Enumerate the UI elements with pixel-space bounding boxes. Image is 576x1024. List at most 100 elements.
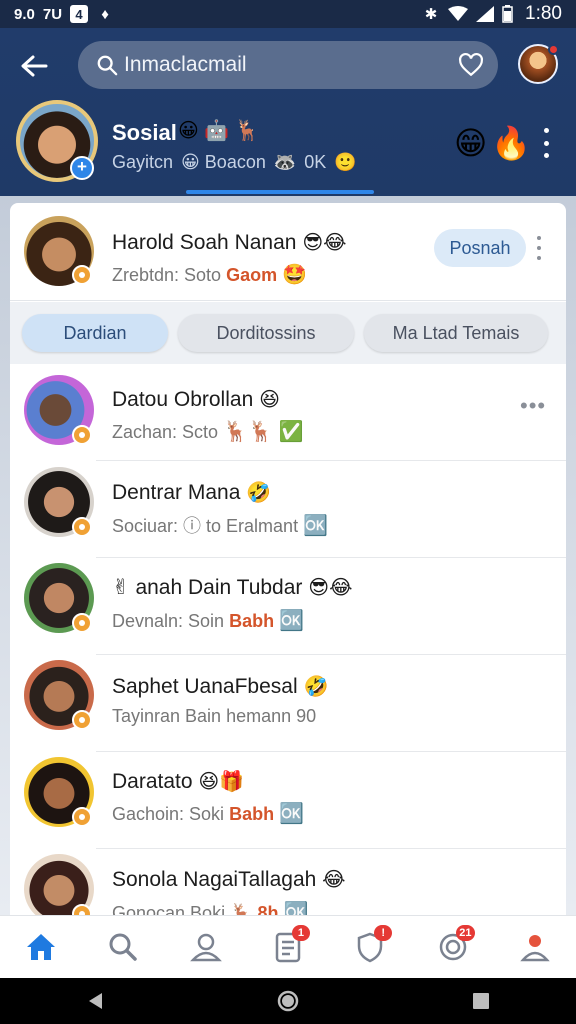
more-menu-icon[interactable] — [533, 236, 545, 260]
profile-stat: 🦝 — [273, 152, 297, 172]
status-badge — [72, 613, 92, 633]
contact-name-text: Saphet UanaFbesal — [112, 675, 298, 698]
subtitle-text: Tayinran Bain hemann — [112, 706, 292, 726]
status-badge — [72, 807, 92, 827]
divider — [96, 848, 566, 849]
contact-name-text: Dentrar Mana — [112, 481, 241, 504]
divider — [96, 751, 566, 752]
contact-name: Saphet UanaFbesal 🤣 — [112, 674, 328, 699]
status-bar: 9.0 7U 4 ♦ ✱ 1:80 — [0, 0, 576, 28]
subtitle-text: Devnaln: Soin — [112, 611, 225, 631]
subtitle-emoji: 🤩 — [282, 264, 308, 286]
contact-subtitle: Devnaln: Soin Babh 🆗 — [112, 608, 304, 633]
status-badge — [72, 710, 92, 730]
nav-home[interactable] — [17, 923, 65, 971]
contact-name: Dentrar Mana 🤣 — [112, 480, 271, 505]
search-input[interactable]: Inmaclacmail — [124, 53, 458, 77]
contact-emojis: 🤣 — [303, 676, 329, 698]
contact-emojis: 😆🎁 — [198, 771, 245, 793]
app-header: Inmaclacmail + Sosial 😀 🤖 🦌 Gayitcn 😀 Bo… — [0, 28, 576, 196]
more-options-icon[interactable]: ••• — [520, 393, 546, 419]
profile-stat: Gayitcn — [112, 152, 174, 172]
contact-emojis: 😂 — [322, 869, 346, 891]
tab-indicator — [186, 190, 374, 194]
subtitle-emojis: 🆗 — [279, 610, 305, 632]
system-back-icon[interactable] — [86, 991, 104, 1011]
contact-name: ✌ anah Dain Tubdar 😎😂 — [112, 575, 352, 600]
status-item: 4 — [70, 5, 89, 23]
contact-name: Sonola NagaiTallagah 😂 — [112, 867, 346, 892]
contact-subtitle: Sociuar: ⓘ to Eralmant 🆗 — [112, 512, 328, 538]
wifi-icon — [448, 6, 469, 21]
status-item: ♦ — [101, 5, 109, 23]
arrow-left-icon — [21, 55, 48, 77]
heart-icon[interactable] — [458, 52, 484, 78]
contact-name: Daratato 😆🎁 — [112, 769, 244, 794]
status-badge — [72, 517, 92, 537]
chat-list-item[interactable]: Datou Obrollan 😆 Zachan: Scto 🦌🦌 ✅ ••• — [10, 365, 566, 461]
contact-subtitle: Zachan: Scto 🦌🦌 ✅ — [112, 419, 303, 444]
tab-ma-ltad-temais[interactable]: Ma Ltad Temais — [364, 314, 548, 352]
status-item: 9.0 — [14, 5, 35, 23]
subtitle-emojis: 🆗 — [283, 902, 309, 915]
tab-dorditossins[interactable]: Dorditossins — [178, 314, 354, 352]
documents-badge: 1 — [291, 925, 310, 941]
contact-name-prefix: ✌ — [112, 576, 130, 599]
contact-subtitle: Gachoin: Soki Babh 🆗 — [112, 801, 304, 826]
follow-button[interactable]: Posnah — [434, 229, 526, 267]
contact-emojis: 😆 — [259, 389, 280, 411]
profile-emojis: 😀 🤖 🦌 — [178, 120, 260, 142]
profile-name: Sosial — [112, 120, 177, 145]
contact-name: Harold Soah Nanan 😎😂 — [112, 230, 347, 255]
subtitle-accent: Babh — [229, 611, 275, 631]
subtitle-accent: 🦌 8h — [230, 903, 279, 915]
contact-subtitle: Tayinran Bain hemann 90 — [112, 706, 316, 727]
bluetooth-icon: ✱ — [424, 6, 438, 23]
notification-dot — [548, 44, 559, 55]
contact-name: Datou Obrollan 😆 — [112, 387, 280, 412]
subtitle-emojis: 🦌🦌 ✅ — [223, 421, 304, 443]
subtitle-text: Zachan: Scto — [112, 422, 219, 442]
nav-documents[interactable]: 1 — [264, 923, 312, 971]
system-home-icon[interactable] — [277, 990, 299, 1012]
search-bar[interactable]: Inmaclacmail — [78, 41, 498, 89]
shield-badge: ! — [374, 925, 393, 941]
grin-emoji-icon: 😁 — [454, 125, 488, 161]
divider — [96, 557, 566, 558]
contact-emojis: 😎😂 — [302, 232, 347, 254]
chat-list-item[interactable]: ✌ anah Dain Tubdar 😎😂 Devnaln: Soin Babh… — [10, 559, 566, 655]
chat-panel: Harold Soah Nanan 😎😂 Zrebtdn: Soto Gaom … — [10, 203, 566, 915]
contact-name-text: Harold Soah Nanan — [112, 231, 297, 254]
nav-search[interactable] — [99, 923, 147, 971]
divider — [96, 654, 566, 655]
nav-profile[interactable] — [182, 923, 230, 971]
plus-icon[interactable]: + — [70, 156, 94, 180]
profile-stat: 😀 Boacon — [181, 152, 266, 172]
chat-list-item[interactable]: Dentrar Mana 🤣 Sociuar: ⓘ to Eralmant 🆗 — [10, 462, 566, 558]
divider — [96, 460, 566, 461]
subtitle-emojis: 🆗 — [303, 515, 328, 537]
chat-list-item[interactable]: Sonola NagaiTallagah 😂 Gonocan Boki 🦌 8h… — [10, 850, 566, 915]
contact-subtitle: Gonocan Boki 🦌 8h 🆗 — [112, 900, 308, 915]
filter-tabs: Dardian Dorditossins Ma Ltad Temais — [10, 302, 566, 364]
nav-account[interactable] — [511, 923, 559, 971]
subtitle-emojis: 90 — [296, 706, 317, 726]
back-button[interactable] — [16, 48, 52, 84]
system-recents-icon[interactable] — [472, 992, 490, 1010]
more-menu-icon[interactable] — [536, 128, 556, 158]
user-icon — [189, 933, 222, 962]
status-badge — [72, 265, 92, 285]
tab-dardian[interactable]: Dardian — [22, 314, 168, 352]
featured-contact[interactable]: Harold Soah Nanan 😎😂 Zrebtdn: Soto Gaom … — [10, 203, 566, 301]
search-icon — [97, 55, 118, 76]
chat-list-item[interactable]: Daratato 😆🎁 Gachoin: Soki Babh 🆗 — [10, 753, 566, 849]
nav-shield[interactable]: ! — [346, 923, 394, 971]
contact-emojis: 😎😂 — [308, 577, 353, 599]
battery-icon — [502, 5, 513, 23]
chat-list-item[interactable]: Saphet UanaFbesal 🤣 Tayinran Bain hemann… — [10, 656, 566, 752]
nav-notifications[interactable]: 21 — [429, 923, 477, 971]
user-avatar[interactable] — [518, 44, 559, 84]
subtitle-text: Gonocan Boki — [112, 903, 226, 915]
profile-stat: 0K — [304, 152, 327, 172]
subtitle-accent: Gaom — [226, 265, 278, 285]
